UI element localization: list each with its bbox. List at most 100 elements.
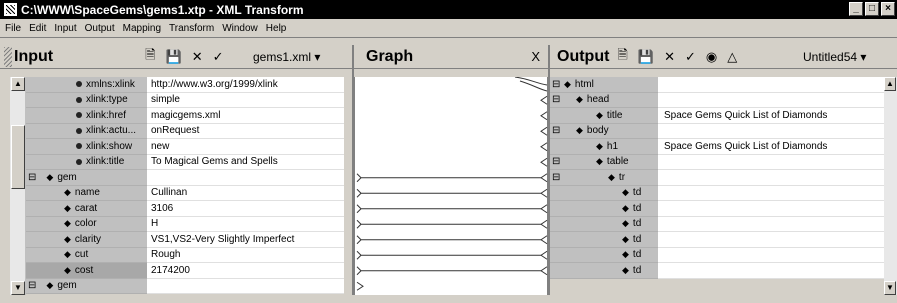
mapping-line[interactable] (356, 250, 548, 256)
menu-window[interactable]: Window (220, 23, 264, 34)
tree-row[interactable]: ⊟ ◆ gem (26, 170, 344, 186)
check-icon[interactable]: ✓ (213, 49, 224, 65)
save-icon[interactable]: 💾 (638, 49, 654, 65)
tree-row[interactable]: xlink:type simple (26, 92, 344, 108)
open-file-icon[interactable]: 🗎 (617, 46, 627, 68)
mapping-line[interactable] (356, 235, 548, 241)
menu-file[interactable]: File (3, 23, 27, 34)
mapping-line[interactable] (356, 266, 548, 272)
mapping-line[interactable] (356, 177, 362, 183)
tree-row[interactable]: ⊟ ◆ html (550, 77, 884, 93)
tree-node[interactable]: ◆ h1 (550, 139, 658, 155)
tree-row[interactable]: ◆ name Cullinan (26, 185, 344, 201)
tree-node[interactable]: ◆ cost (26, 263, 147, 279)
scroll-up-button[interactable]: ▲ (884, 77, 896, 91)
tree-node[interactable]: ⊟ ◆ html (550, 77, 658, 93)
mapping-line[interactable] (356, 239, 362, 245)
tree-node[interactable]: ⊟ ◆ head (550, 92, 658, 108)
tree-row[interactable]: xmlns:xlink http://www.w3.org/1999/xlink (26, 77, 344, 93)
panel-grip-icon[interactable] (4, 46, 12, 67)
tree-node[interactable]: ⊟ ◆ table (550, 154, 658, 170)
tree-node[interactable]: ◆ clarity (26, 232, 147, 248)
input-scrollbar[interactable]: ▲ ▼ (10, 77, 26, 295)
tree-row[interactable]: ◆ color H (26, 216, 344, 232)
tree-row[interactable]: ◆ title Space Gems Quick List of Diamonds (550, 108, 884, 124)
mapping-line[interactable] (519, 80, 548, 92)
mapping-line[interactable] (540, 192, 548, 198)
collapse-icon[interactable]: ⊟ (552, 79, 560, 90)
scroll-down-button[interactable]: ▼ (11, 281, 25, 295)
tree-node[interactable]: xlink:actu... (26, 123, 147, 139)
output-scrollbar[interactable]: ▲ ▼ (884, 77, 897, 295)
menu-input[interactable]: Input (52, 23, 82, 34)
maximize-button[interactable]: □ (865, 2, 879, 16)
mapping-line[interactable] (514, 76, 548, 86)
tree-row[interactable]: ◆ td (550, 201, 884, 217)
tree-node[interactable]: ◆ td (550, 185, 658, 201)
tree-node[interactable]: ⊟ ◆ tr (550, 170, 658, 186)
tree-row[interactable]: ◆ td (550, 263, 884, 279)
mapping-line[interactable] (356, 204, 548, 210)
mapping-line[interactable] (540, 95, 548, 105)
mapping-line[interactable] (540, 223, 548, 229)
tree-node[interactable]: ◆ td (550, 201, 658, 217)
tree-row[interactable]: ⊟ ◆ body (550, 123, 884, 139)
mapping-line[interactable] (540, 177, 548, 183)
menu-help[interactable]: Help (264, 23, 293, 34)
collapse-icon[interactable]: ⊟ (552, 156, 560, 167)
scroll-thumb[interactable] (11, 125, 25, 189)
mapping-line[interactable] (356, 223, 362, 229)
tree-row[interactable]: ⊟ ◆ tr (550, 170, 884, 186)
tree-node[interactable]: ◆ carat (26, 201, 147, 217)
tree-node[interactable]: xlink:type (26, 92, 147, 108)
tree-node[interactable]: ◆ td (550, 232, 658, 248)
close-x-icon[interactable]: ✕ (192, 49, 203, 65)
output-file-dropdown[interactable]: Untitled54 ▾ (803, 50, 866, 64)
menu-edit[interactable]: Edit (27, 23, 52, 34)
mapping-line[interactable] (540, 254, 548, 260)
tree-row[interactable]: ◆ td (550, 247, 884, 263)
save-icon[interactable]: 💾 (166, 49, 182, 65)
tree-node[interactable]: ⊟ ◆ gem (26, 278, 147, 294)
tree-row[interactable]: ⊟ ◆ gem (26, 278, 344, 294)
collapse-icon[interactable]: ⊟ (552, 94, 560, 105)
tree-row[interactable]: xlink:show new (26, 139, 344, 155)
close-x-icon[interactable]: ✕ (664, 49, 675, 65)
tree-row[interactable]: xlink:title To Magical Gems and Spells (26, 154, 344, 170)
mapping-line[interactable] (540, 208, 548, 214)
tree-node[interactable]: ◆ td (550, 216, 658, 232)
tree-node[interactable]: xlink:href (26, 108, 147, 124)
menu-output[interactable]: Output (83, 23, 121, 34)
mapping-line[interactable] (356, 188, 548, 194)
tree-row[interactable]: ◆ cost 2174200 (26, 263, 344, 279)
mapping-line[interactable] (540, 239, 548, 245)
minimize-button[interactable]: _ (849, 2, 863, 16)
globe-icon[interactable]: ◉ (706, 49, 717, 65)
tree-node[interactable]: xlink:title (26, 154, 147, 170)
tree-node[interactable]: ◆ color (26, 216, 147, 232)
delta-icon[interactable]: △ (727, 49, 737, 65)
tree-node[interactable]: ⊟ ◆ gem (26, 170, 147, 186)
collapse-icon[interactable]: ⊟ (28, 172, 36, 183)
scroll-up-button[interactable]: ▲ (11, 77, 25, 91)
tree-row[interactable]: xlink:href magicgems.xml (26, 108, 344, 124)
mapping-line[interactable] (356, 219, 548, 225)
collapse-icon[interactable]: ⊟ (552, 172, 560, 183)
tree-node[interactable]: ◆ title (550, 108, 658, 124)
tree-node[interactable]: xmlns:xlink (26, 77, 147, 93)
mapping-line[interactable] (356, 270, 362, 276)
tree-row[interactable]: ◆ td (550, 216, 884, 232)
menu-transform[interactable]: Transform (167, 23, 220, 34)
tree-row[interactable]: ◆ h1 Space Gems Quick List of Diamonds (550, 139, 884, 155)
tree-row[interactable]: ◆ td (550, 232, 884, 248)
mapping-line[interactable] (356, 281, 364, 291)
mapping-line[interactable] (540, 126, 548, 136)
tree-node[interactable]: ◆ td (550, 247, 658, 263)
tree-row[interactable]: ◆ clarity VS1,VS2-Very Slightly Imperfect (26, 232, 344, 248)
mapping-line[interactable] (356, 192, 362, 198)
mapping-line[interactable] (356, 173, 548, 179)
tree-node[interactable]: ⊟ ◆ body (550, 123, 658, 139)
graph-close-button[interactable]: X (531, 49, 540, 64)
check-icon[interactable]: ✓ (685, 49, 696, 65)
collapse-icon[interactable]: ⊟ (552, 125, 560, 136)
